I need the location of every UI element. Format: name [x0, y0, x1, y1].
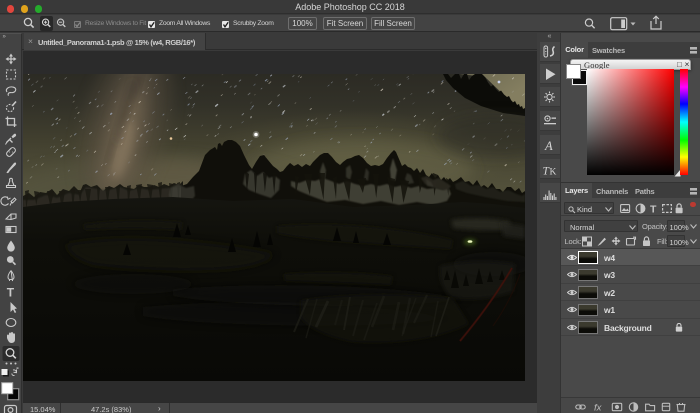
svg-text:A: A [544, 139, 553, 153]
svg-text:T: T [650, 203, 657, 214]
svg-text:T: T [7, 286, 15, 300]
svg-text:K: K [550, 168, 557, 178]
svg-text:fx: fx [594, 402, 603, 411]
